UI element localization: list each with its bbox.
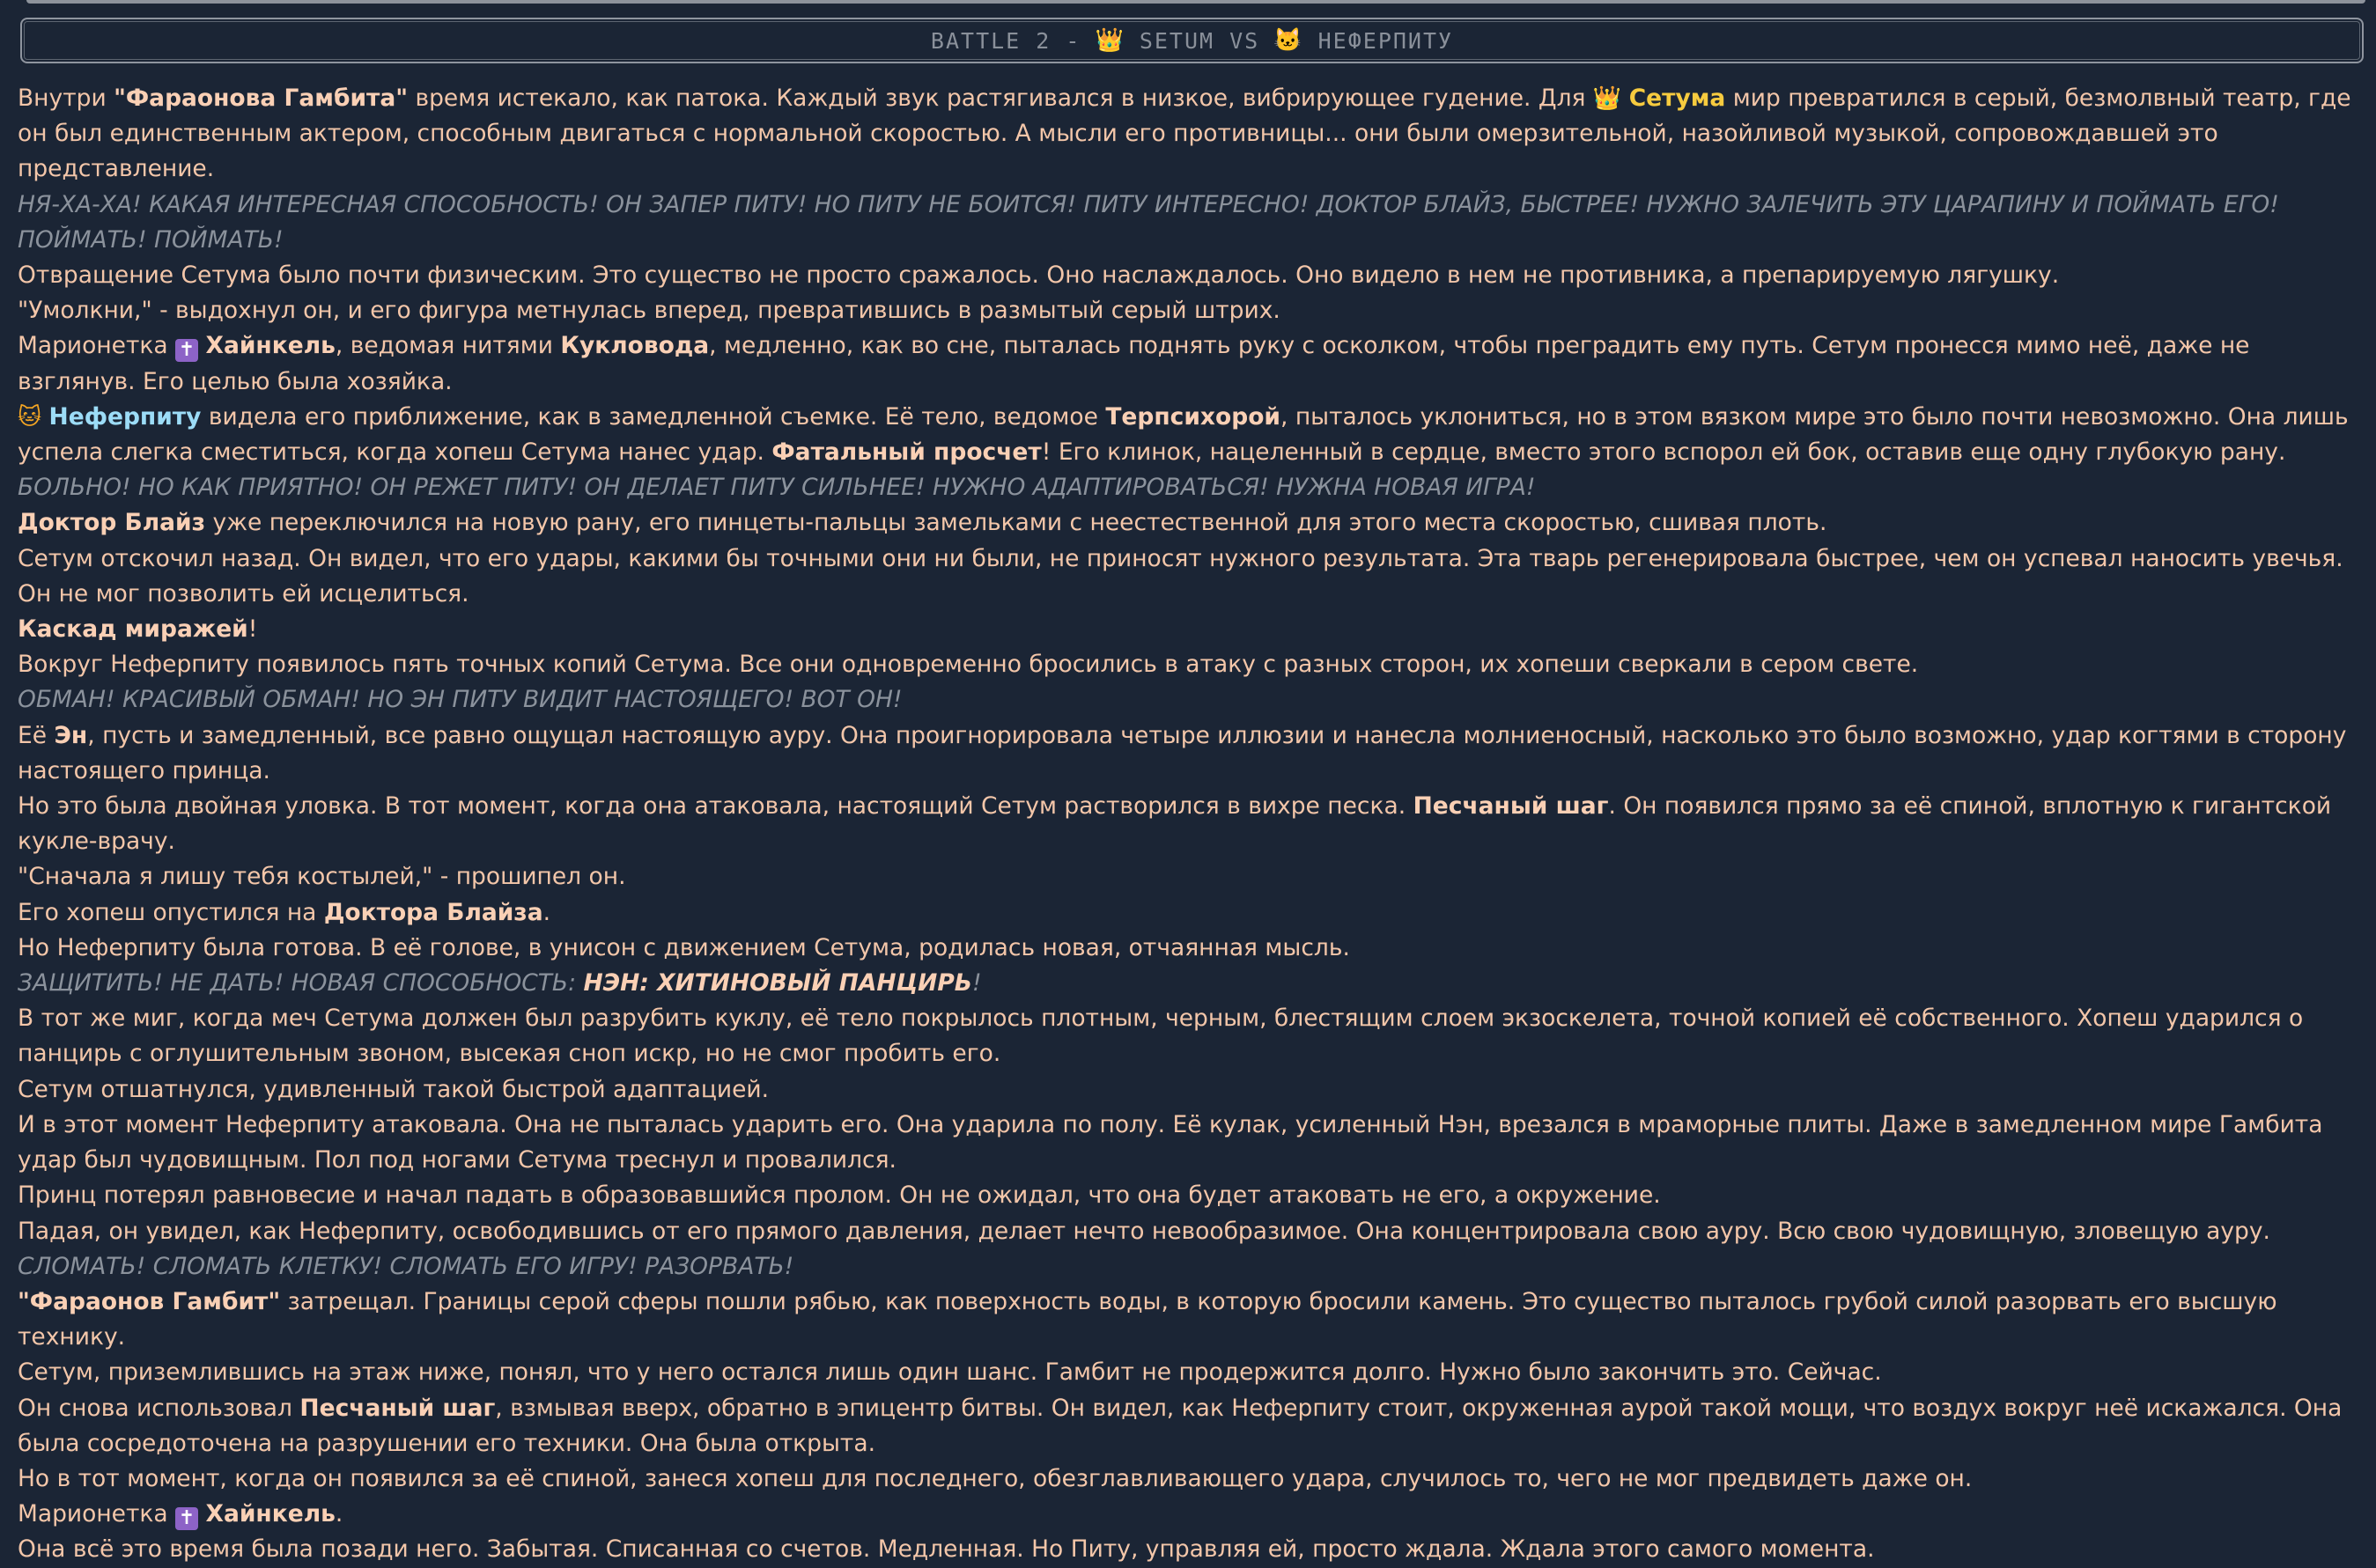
story-paragraph: Она всё это время была позади него. Забы… <box>18 1535 1875 1564</box>
story-paragraph: Внутри "Фараонова Гамбита" время истекал… <box>18 81 2362 188</box>
cat-icon: 🐱 <box>18 403 42 431</box>
thought-line: ЗАЩИТИТЬ! НЕ ДАТЬ! НОВАЯ СПОСОБНОСТЬ: НЭ… <box>18 969 982 997</box>
thought-line: СЛОМАТЬ! СЛОМАТЬ КЛЕТКУ! СЛОМАТЬ ЕГО ИГР… <box>18 1252 794 1280</box>
story-paragraph: "Фараонов Гамбит" затрещал. Границы серо… <box>18 1287 2277 1351</box>
story-text: Внутри "Фараонова Гамбита" время истекал… <box>18 81 2362 1568</box>
battle-number: BATTLE 2 - <box>930 27 1081 54</box>
thought-line: ОБМАН! КРАСИВЫЙ ОБМАН! НО ЭН ПИТУ ВИДИТ … <box>18 686 903 714</box>
story-paragraph: Его хопеш опустился на Доктора Блайза. <box>18 898 551 926</box>
story-paragraph: И в этот момент Неферпиту атаковала. Она… <box>18 1110 2323 1174</box>
story-paragraph: Но Неферпиту была готова. В её голове, в… <box>18 933 1350 961</box>
right-fighter-name: НЕФЕРПИТУ <box>1317 27 1454 54</box>
story-paragraph: Но это была двойная уловка. В тот момент… <box>18 792 2332 856</box>
story-paragraph: Принц потерял равновесие и начал падать … <box>18 1182 1661 1210</box>
story-paragraph: Но в тот момент, когда он появился за её… <box>18 1464 1973 1492</box>
top-scroll-edge <box>26 0 2365 4</box>
story-paragraph: 🐱 Неферпиту видела его приближение, как … <box>18 400 2362 470</box>
cross-icon: ✝ <box>175 1507 199 1531</box>
story-paragraph: "Умолкни," - выдохнул он, и его фигура м… <box>18 297 1280 325</box>
story-paragraph: "Сначала я лишу тебя костылей," - прошип… <box>18 863 626 891</box>
story-paragraph: В тот же миг, когда меч Сетума должен бы… <box>18 1005 2304 1068</box>
setum-name: Сетума <box>1628 85 1726 112</box>
thought-line: НЯ-ХА-ХА! КАКАЯ ИНТЕРЕСНАЯ СПОСОБНОСТЬ! … <box>18 190 2279 254</box>
crown-icon: 👑 <box>1592 85 1622 112</box>
cross-icon: ✝ <box>175 339 199 363</box>
story-paragraph: Марионетка ✝ Хайнкель, ведомая нитями Ку… <box>18 332 2250 395</box>
story-paragraph: Марионетка ✝ Хайнкель. <box>18 1500 343 1531</box>
story-paragraph: Каскад миражей! <box>18 615 258 644</box>
story-paragraph: Сетум, приземлившись на этаж ниже, понял… <box>18 1358 1882 1387</box>
story-paragraph: Её Эн, пусть и замедленный, все равно ощ… <box>18 721 2347 784</box>
story-paragraph: Доктор Блайз уже переключился на новую р… <box>18 509 1827 537</box>
neferpitou-name: Неферпиту <box>48 402 202 431</box>
thought-line: БОЛЬНО! НО КАК ПРИЯТНО! ОН РЕЖЕТ ПИТУ! О… <box>18 474 1536 502</box>
crown-icon: 👑 <box>1095 27 1125 54</box>
story-paragraph: Падая, он увидел, как Неферпиту, освобод… <box>18 1217 2270 1245</box>
story-paragraph: Сетум отскочил назад. Он видел, что его … <box>18 544 2343 607</box>
cat-icon: 🐱 <box>1273 27 1304 54</box>
left-fighter-name: SETUM VS <box>1139 27 1260 54</box>
story-paragraph: Вокруг Неферпиту появилось пять точных к… <box>18 651 1919 679</box>
battle-header: BATTLE 2 - 👑 SETUM VS 🐱 НЕФЕРПИТУ <box>20 18 2364 63</box>
story-paragraph: Сетум отшатнулся, удивленный такой быстр… <box>18 1075 770 1103</box>
story-paragraph: Отвращение Сетума было почти физическим.… <box>18 261 2060 290</box>
story-paragraph: Он снова использовал Песчаный шаг, взмыв… <box>18 1394 2343 1457</box>
